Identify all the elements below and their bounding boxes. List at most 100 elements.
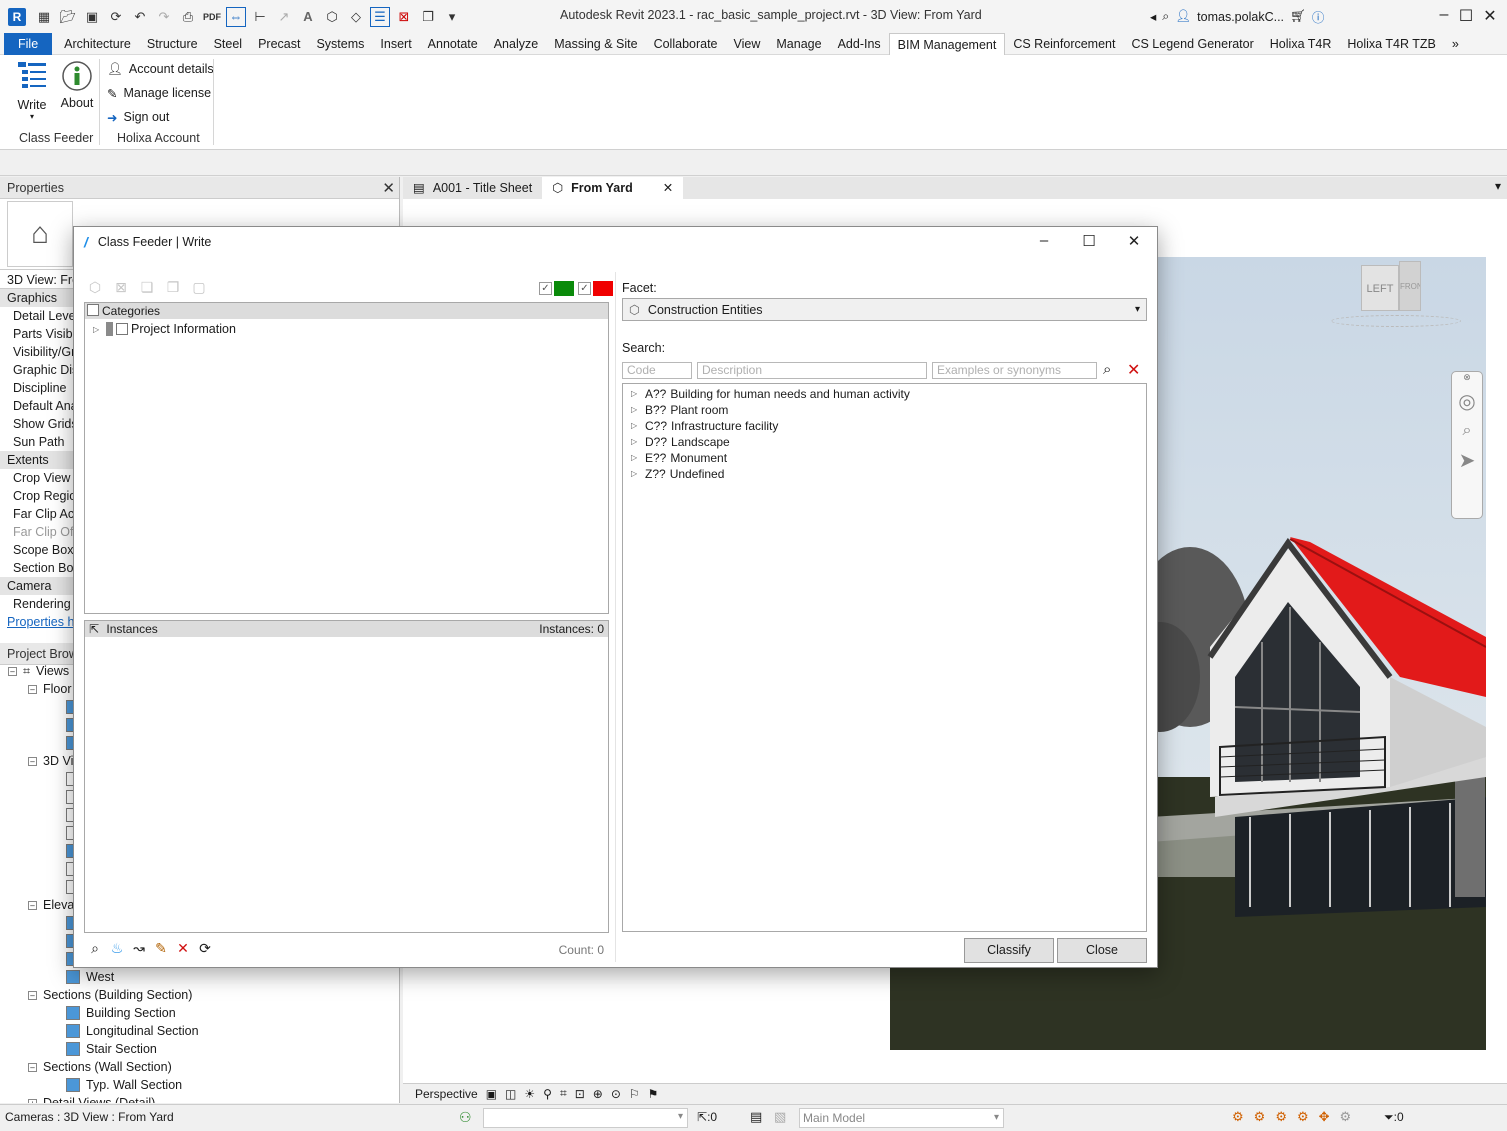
- expand-icon[interactable]: ▷: [631, 450, 641, 466]
- expand-icon[interactable]: ▷: [631, 402, 641, 418]
- section-icon[interactable]: ◇: [346, 7, 366, 27]
- viewcube-front-face[interactable]: FRONT: [1399, 261, 1421, 311]
- search-description-input[interactable]: Description: [697, 362, 927, 379]
- viewcube-left-face[interactable]: LEFT: [1361, 265, 1399, 311]
- category-project-information[interactable]: ▷ Project Information: [93, 321, 236, 337]
- lightbulb-icon[interactable]: ♨: [108, 939, 126, 957]
- facet-node-b[interactable]: ▷ B?? Plant room: [623, 402, 1146, 418]
- isolate-icon[interactable]: ↝: [130, 939, 148, 957]
- background-processes-icon[interactable]: ⚙: [1340, 1109, 1352, 1125]
- tab-collaborate[interactable]: Collaborate: [646, 33, 726, 55]
- open-icon[interactable]: 📂︎: [58, 7, 78, 27]
- dialog-minimize-button[interactable]: –: [1029, 232, 1059, 252]
- tab-steel[interactable]: Steel: [206, 33, 251, 55]
- temp-props-icon[interactable]: ⚑: [648, 1087, 659, 1101]
- user-name[interactable]: tomas.polakC...: [1197, 10, 1284, 24]
- splitter[interactable]: [615, 272, 616, 962]
- delete-icon[interactable]: ✕: [174, 939, 192, 957]
- close-hidden-icon[interactable]: ⊠: [394, 7, 414, 27]
- show-crop-icon[interactable]: ⊡: [575, 1087, 585, 1101]
- tag-icon[interactable]: ↗: [274, 7, 294, 27]
- facet-dropdown[interactable]: ⬡ Construction Entities ▾: [622, 298, 1147, 321]
- customize-qat-icon[interactable]: ▾: [442, 7, 462, 27]
- tree-item-typ-wall-section[interactable]: Typ. Wall Section: [66, 1076, 182, 1094]
- close-button[interactable]: Close: [1057, 938, 1147, 963]
- 3d-view-icon[interactable]: ⬡: [322, 7, 342, 27]
- sun-path-icon[interactable]: ☀: [524, 1087, 535, 1101]
- tab-cs-legend-generator[interactable]: CS Legend Generator: [1123, 33, 1261, 55]
- chevron-left-icon[interactable]: ◂: [1150, 9, 1156, 24]
- thin-lines-icon[interactable]: ☰: [370, 6, 390, 27]
- tree-item-stair-section[interactable]: Stair Section: [66, 1040, 157, 1058]
- drag-elements-icon[interactable]: ✥: [1319, 1109, 1330, 1125]
- facet-node-d[interactable]: ▷ D?? Landscape: [623, 434, 1146, 450]
- type-selector[interactable]: 3D View: From Yard: [0, 269, 74, 289]
- select-links-icon[interactable]: ⚙: [1232, 1109, 1244, 1125]
- tab-menu-icon[interactable]: ▾: [1495, 179, 1501, 193]
- crop-icon[interactable]: ⌗: [560, 1086, 567, 1101]
- close-icon[interactable]: ⊗: [1452, 372, 1482, 383]
- measure-icon[interactable]: ⇔: [226, 6, 246, 27]
- tab-holixa-t4r-tzb[interactable]: Holixa T4R TZB: [1339, 33, 1443, 55]
- checkbox-red-filter[interactable]: ✓: [578, 282, 591, 295]
- tab-add-ins[interactable]: Add-Ins: [830, 33, 889, 55]
- copy-icon[interactable]: ❏: [138, 278, 156, 296]
- maximize-button[interactable]: ☐: [1454, 6, 1478, 26]
- minimize-button[interactable]: –: [1432, 6, 1456, 26]
- tree-item-detail-views[interactable]: + Detail Views (Detail): [28, 1094, 155, 1103]
- sync-icon[interactable]: ⟳: [106, 7, 126, 27]
- tab-architecture[interactable]: Architecture: [56, 33, 139, 55]
- more-tabs-icon[interactable]: »: [1444, 33, 1467, 55]
- close-window-button[interactable]: ✕: [1478, 6, 1502, 26]
- tree-item-west[interactable]: West: [66, 968, 114, 986]
- redo-icon[interactable]: ↷: [154, 7, 174, 27]
- write-button[interactable]: Write ▾: [11, 59, 53, 121]
- tree-item-building-section[interactable]: Building Section: [66, 1004, 176, 1022]
- expand-icon[interactable]: ▷: [631, 386, 641, 402]
- editable-only-icon[interactable]: ▤: [750, 1109, 762, 1125]
- binoculars-icon[interactable]: ⌕: [86, 939, 104, 957]
- clear-search-icon[interactable]: ✕: [1127, 360, 1140, 380]
- model-dropdown[interactable]: Main Model ▾: [799, 1108, 1004, 1128]
- category-checkbox[interactable]: [116, 323, 128, 335]
- close-icon[interactable]: ✕: [382, 179, 395, 197]
- search-binoculars-icon[interactable]: ⌕: [1103, 361, 1111, 378]
- expand-icon[interactable]: ▷: [631, 418, 641, 434]
- save-icon[interactable]: ▣: [82, 7, 102, 27]
- 3d-view-icon[interactable]: ⬡: [86, 278, 104, 296]
- undo-icon[interactable]: ↶: [130, 7, 150, 27]
- tab-title-sheet[interactable]: ▤ A001 - Title Sheet: [403, 177, 542, 199]
- binoculars-icon[interactable]: ⌕: [1162, 9, 1169, 24]
- view-mode-label[interactable]: Perspective: [415, 1087, 478, 1101]
- design-options-icon[interactable]: ▧: [774, 1109, 786, 1125]
- tab-massing-site[interactable]: Massing & Site: [546, 33, 645, 55]
- sign-out-button[interactable]: ➜ Sign out: [107, 106, 169, 128]
- select-underlay-icon[interactable]: ⚙: [1254, 1109, 1266, 1125]
- manage-license-button[interactable]: ✎ Manage license: [107, 82, 211, 104]
- text-icon[interactable]: A: [298, 7, 318, 27]
- select-pinned-icon[interactable]: ⚙: [1275, 1109, 1287, 1125]
- facet-node-z[interactable]: ▷ Z?? Undefined: [623, 466, 1146, 482]
- steering-wheel-icon[interactable]: ◎: [1452, 389, 1482, 414]
- select-all-checkbox[interactable]: [87, 304, 99, 316]
- tab-file[interactable]: File: [4, 32, 53, 55]
- tree-item-views[interactable]: – ⌗ Views: [8, 662, 69, 680]
- zoom-icon[interactable]: ⌕: [1452, 422, 1482, 440]
- tab-cs-reinforcement[interactable]: CS Reinforcement: [1005, 33, 1123, 55]
- tab-structure[interactable]: Structure: [139, 33, 206, 55]
- visual-style-icon[interactable]: ▣: [486, 1087, 497, 1101]
- tree-item-sections-building[interactable]: – Sections (Building Section): [28, 986, 192, 1004]
- tab-bim-management[interactable]: BIM Management: [888, 32, 1006, 55]
- tab-from-yard[interactable]: ⬡ From Yard ✕: [542, 177, 684, 199]
- tab-annotate[interactable]: Annotate: [420, 33, 486, 55]
- property-section[interactable]: Graphics: [0, 289, 74, 307]
- properties-help-link[interactable]: Properties help: [0, 613, 74, 631]
- paste-icon[interactable]: ❐: [164, 278, 182, 296]
- account-details-button[interactable]: 👤︎ Account details: [107, 58, 214, 80]
- clear-filter-icon[interactable]: ⊠: [112, 278, 130, 296]
- workset-dropdown[interactable]: ▾: [483, 1108, 688, 1128]
- dialog-close-button[interactable]: ✕: [1119, 232, 1149, 252]
- tree-item-sections-wall[interactable]: – Sections (Wall Section): [28, 1058, 172, 1076]
- reveal-icon[interactable]: ⚐: [629, 1087, 640, 1101]
- lock-icon[interactable]: ⊕: [593, 1087, 603, 1101]
